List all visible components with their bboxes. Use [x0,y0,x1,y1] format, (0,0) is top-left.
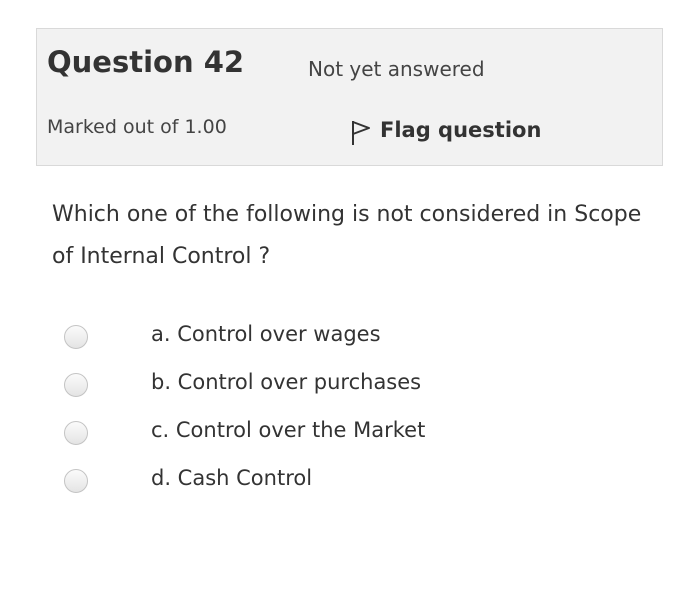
answer-label-d[interactable]: d. Cash Control [151,466,312,490]
radio-unchecked-icon[interactable] [64,325,88,349]
question-number: 42 [203,45,245,79]
question-info-panel: Question 42 Not yet answered Marked out … [36,28,663,166]
answer-option-d[interactable]: d. Cash Control [0,460,700,500]
answer-label-c[interactable]: c. Control over the Market [151,418,425,442]
flag-icon [352,121,370,145]
answer-label-a[interactable]: a. Control over wages [151,322,381,346]
radio-unchecked-icon[interactable] [64,469,88,493]
answer-option-b[interactable]: b. Control over purchases [0,364,700,404]
flag-question-label: Flag question [380,118,542,142]
question-grade: Marked out of 1.00 [47,116,227,138]
radio-unchecked-icon[interactable] [64,421,88,445]
question-heading: Question 42 [47,45,244,79]
question-state: Not yet answered [308,57,485,81]
radio-unchecked-icon[interactable] [64,373,88,397]
question-text: Which one of the following is not consid… [52,202,642,269]
answer-option-a[interactable]: a. Control over wages [0,316,700,356]
question-title-prefix: Question [47,45,194,79]
answer-option-c[interactable]: c. Control over the Market [0,412,700,452]
answer-label-b[interactable]: b. Control over purchases [151,370,421,394]
flag-question-button[interactable]: Flag question [350,113,541,147]
